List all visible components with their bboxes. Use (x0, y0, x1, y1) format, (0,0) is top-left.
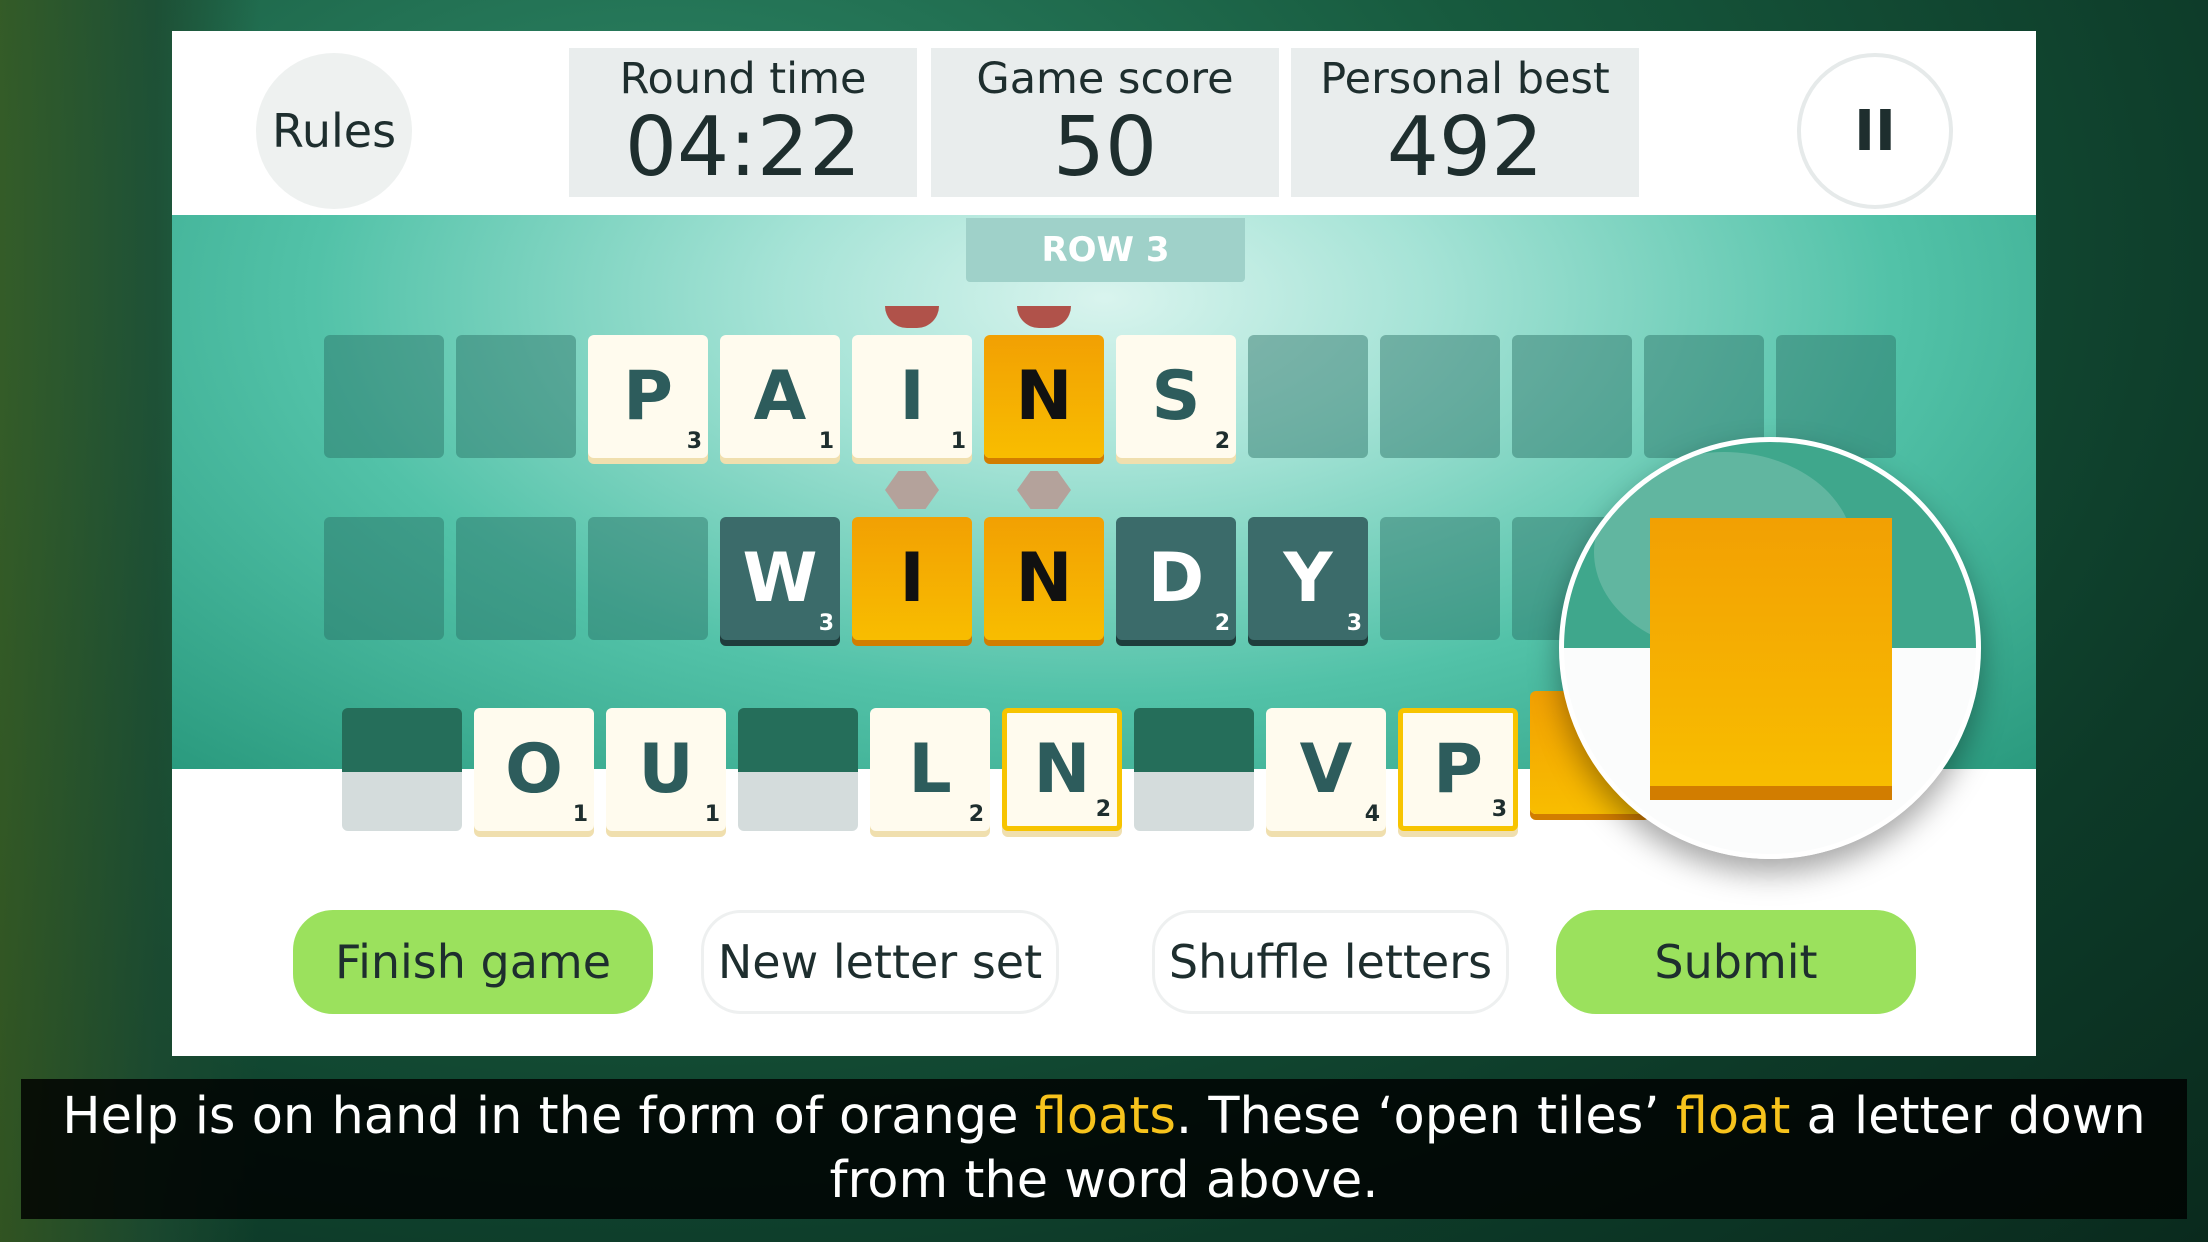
tile-points: 2 (1214, 611, 1230, 636)
rack-tile[interactable]: V4 (1266, 708, 1386, 831)
tile-letter: W (742, 539, 818, 618)
round-time: Round time 04:22 (569, 48, 917, 197)
tile-points: 2 (1214, 429, 1230, 454)
tile-points: 3 (686, 429, 702, 454)
tile-letter: N (1015, 539, 1073, 618)
game-score: Game score 50 (931, 48, 1279, 197)
tile-letter: P (623, 357, 673, 436)
rack-tile[interactable]: U1 (606, 708, 726, 831)
board-tile: A1 (720, 335, 840, 458)
rack-empty-slot (1134, 708, 1254, 831)
board-tile: S2 (1116, 335, 1236, 458)
pause-button[interactable]: II (1797, 53, 1953, 209)
board-tile: W3 (720, 517, 840, 640)
board-tile: Y3 (1248, 517, 1368, 640)
pause-icon: II (1854, 98, 1896, 164)
rack-empty-slot (342, 708, 462, 831)
rack-tile[interactable]: L2 (870, 708, 990, 831)
game-score-label: Game score (976, 54, 1234, 104)
rack-tile[interactable]: O1 (474, 708, 594, 831)
caption-highlight: float (1675, 1087, 1791, 1146)
tile-letter: S (1151, 357, 1201, 436)
board-tile: D2 (1116, 517, 1236, 640)
tile-points: 3 (818, 611, 834, 636)
tile-letter: V (1299, 730, 1353, 809)
tile-points: 2 (1095, 797, 1111, 822)
magnified-float-tile (1650, 518, 1892, 786)
caption-text: . These ‘open tiles’ (1175, 1087, 1676, 1146)
personal-best: Personal best 492 (1291, 48, 1639, 197)
round-time-label: Round time (619, 54, 867, 104)
tile-letter: P (1433, 730, 1483, 809)
round-time-value: 04:22 (624, 100, 862, 195)
tile-letter: A (753, 357, 807, 436)
finish-game-button[interactable]: Finish game (293, 910, 653, 1014)
board-tile: I1 (852, 335, 972, 458)
tile-points: 4 (1364, 802, 1380, 827)
tile-points: 1 (950, 429, 966, 454)
shuffle-letters-button[interactable]: Shuffle letters (1152, 910, 1509, 1014)
rack-tile[interactable]: P3 (1398, 708, 1518, 831)
tile-letter: O (505, 730, 563, 809)
tile-letter: U (638, 730, 694, 809)
game-score-value: 50 (1052, 100, 1158, 195)
magnifier (1559, 437, 1981, 859)
caption-text: Help is on hand in the form of orange (62, 1087, 1035, 1146)
empty-slot (456, 517, 576, 640)
tile-letter: D (1147, 539, 1205, 618)
tile-letter: N (1033, 730, 1091, 809)
board-tile: N (984, 335, 1104, 458)
row-label: ROW 3 (966, 218, 1245, 282)
tile-letter: I (899, 357, 925, 436)
board-tile: N (984, 517, 1104, 640)
personal-best-value: 492 (1386, 100, 1544, 195)
tile-letter: L (908, 730, 952, 809)
tile-points: 1 (704, 802, 720, 827)
empty-slot (1512, 335, 1632, 458)
game-panel: Rules Round time 04:22 Game score 50 Perso… (172, 31, 2036, 1056)
board-tile: P3 (588, 335, 708, 458)
tile-points: 3 (1491, 797, 1507, 822)
rack-empty-slot (738, 708, 858, 831)
tile-points: 2 (968, 802, 984, 827)
personal-best-label: Personal best (1320, 54, 1610, 104)
caption: Help is on hand in the form of orange fl… (21, 1079, 2187, 1219)
tile-points: 1 (572, 802, 588, 827)
board-tile: I (852, 517, 972, 640)
empty-slot (324, 335, 444, 458)
tile-letter: I (899, 539, 925, 618)
empty-slot (1248, 335, 1368, 458)
submit-button[interactable]: Submit (1556, 910, 1916, 1014)
empty-slot (1380, 517, 1500, 640)
tile-points: 3 (1346, 611, 1362, 636)
tile-letter: Y (1283, 539, 1333, 618)
rules-button[interactable]: Rules (256, 53, 412, 209)
rack-tile[interactable]: N2 (1002, 708, 1122, 831)
empty-slot (1380, 335, 1500, 458)
tile-points: 1 (818, 429, 834, 454)
empty-slot (588, 517, 708, 640)
empty-slot (456, 335, 576, 458)
tile-letter: N (1015, 357, 1073, 436)
empty-slot (324, 517, 444, 640)
caption-highlight: floats (1034, 1087, 1176, 1146)
new-letter-set-button[interactable]: New letter set (701, 910, 1059, 1014)
